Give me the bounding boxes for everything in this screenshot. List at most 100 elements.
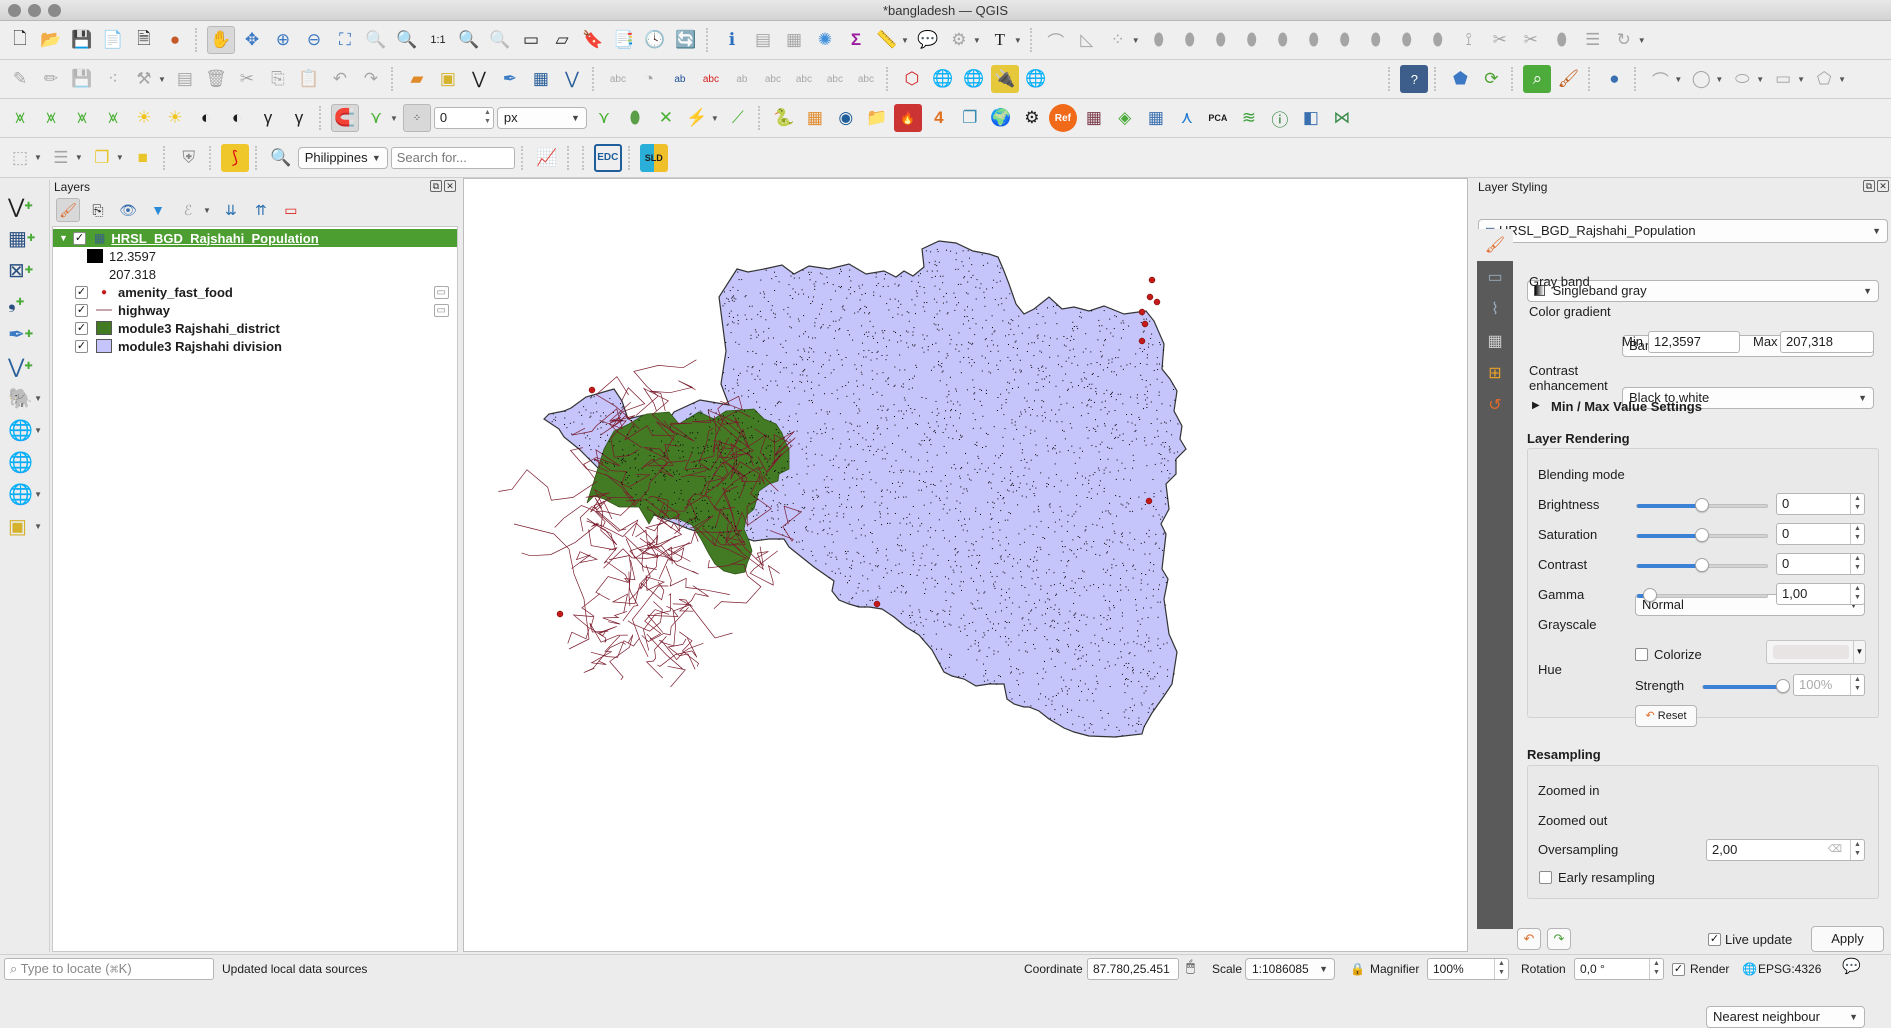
raster-tool-plugin-icon[interactable]: ▦ <box>801 104 829 132</box>
add-wcs-layer-icon[interactable]: 🌐 <box>0 446 50 478</box>
gamma-slider[interactable] <box>1636 588 1768 602</box>
zoom-window-button[interactable] <box>48 4 61 17</box>
float-panel-button[interactable]: ⧉ <box>430 180 442 192</box>
pan-to-selection-icon[interactable]: ✥ <box>238 26 266 54</box>
help-contents-icon[interactable]: ? <box>1400 65 1429 93</box>
locator-search-input[interactable]: ⌕ Type to locate (⌘K) <box>4 958 214 980</box>
select-features-dropdown-arrow[interactable]: ▼ <box>34 153 42 162</box>
messages-icon[interactable]: 💬 <box>1842 958 1861 976</box>
rotate-dropdown-arrow[interactable]: ▼ <box>1638 36 1646 45</box>
saturation-input[interactable]: 0 ▲ ▼ <box>1776 523 1865 545</box>
merge-features-icon[interactable]: ⬮ <box>1548 26 1576 54</box>
toolbar-grip[interactable] <box>627 145 634 170</box>
plugin-leaf-icon[interactable]: ◈ <box>1111 104 1139 132</box>
circle-dropdown-arrow[interactable]: ▼ <box>1715 75 1723 84</box>
modify-attributes-icon[interactable]: ▤ <box>171 65 199 93</box>
toolbar-grip[interactable] <box>520 145 527 170</box>
add-virtual-layer-icon[interactable]: ⋁ ✚ <box>0 350 50 382</box>
add-mesh-layer-icon[interactable]: ⊠ ✚ <box>0 254 50 286</box>
delete-selected-icon[interactable]: 🗑 <box>202 65 230 93</box>
toggle-extents-icon[interactable]: 🖱 <box>1186 958 1195 976</box>
tab-histogram-icon[interactable]: ⌇ <box>1477 293 1513 325</box>
layer-item-amenity[interactable]: ✓ ● amenity_fast_food ▭ <box>53 283 457 301</box>
open-project-icon[interactable]: 📂 <box>37 26 65 54</box>
pin-labels-icon[interactable]: ab <box>728 65 756 93</box>
minimize-window-button[interactable] <box>28 4 41 17</box>
add-rectangle-icon[interactable]: ▭ <box>1769 65 1797 93</box>
add-ellipse-icon[interactable]: ⬭ <box>1728 65 1756 93</box>
plugin-swipe-icon[interactable]: ◧ <box>1297 104 1325 132</box>
reverse-line-icon[interactable]: ⬮ <box>1424 26 1452 54</box>
gamma-input[interactable]: 1,00 ▲ ▼ <box>1776 583 1865 605</box>
gamma-slider-handle[interactable] <box>1643 588 1657 602</box>
collapse-arrow-icon[interactable]: ▼ <box>59 233 68 243</box>
add-vector-layer-icon[interactable]: ⋁ ✚ <box>0 190 50 222</box>
snapping-intersection-icon[interactable]: ✕ <box>652 104 680 132</box>
add-circle-icon[interactable]: ◯ <box>1687 65 1715 93</box>
vertex-tool-icon[interactable]: ⚒ <box>130 65 158 93</box>
add-postgis-layer-icon[interactable]: 🐘 ▼ <box>0 382 50 414</box>
measure-line-icon[interactable]: 📏 <box>873 26 901 54</box>
apply-button[interactable]: Apply <box>1811 926 1884 952</box>
plugin-binoculars-icon[interactable]: ⚙ <box>1018 104 1046 132</box>
layer-labeling-icon[interactable]: ab <box>666 65 694 93</box>
min-value-input[interactable]: 12,3597 <box>1648 331 1740 353</box>
close-panel-button[interactable]: ✕ <box>444 180 456 192</box>
delete-part-icon[interactable]: ⬮ <box>1331 26 1359 54</box>
colorize-checkbox[interactable] <box>1635 648 1648 661</box>
zoom-next-icon[interactable]: 🔍 <box>486 26 514 54</box>
add-point-feature-icon[interactable]: ⁖ <box>99 65 127 93</box>
plugin-folder-icon[interactable]: 📁 <box>863 104 891 132</box>
avoid-overlap-icon[interactable]: ⬮ <box>621 104 649 132</box>
close-window-button[interactable] <box>8 4 21 17</box>
temporal-controller-icon[interactable]: 🕓 <box>641 26 669 54</box>
contrast-slider[interactable] <box>1636 558 1768 572</box>
toolbar-grip[interactable] <box>1388 67 1394 91</box>
refresh-icon[interactable]: 🔄 <box>672 26 700 54</box>
edc-plugin-icon[interactable]: EDC <box>593 143 622 172</box>
geometry-checker-icon[interactable]: ⬡ <box>898 65 926 93</box>
add-wms-layer-icon[interactable]: 🌐 ▼ <box>0 414 50 446</box>
rotate-point-symbols-icon[interactable]: ↻ <box>1610 26 1638 54</box>
split-parts-icon[interactable]: ✂ <box>1517 26 1545 54</box>
tab-rendering-icon[interactable]: ▦ <box>1477 325 1513 357</box>
early-resampling-checkbox[interactable] <box>1539 871 1552 884</box>
snapping-mode-icon[interactable]: ⋎ <box>362 104 390 132</box>
sld-plugin-icon[interactable]: SLD <box>639 143 668 172</box>
add-wfs-layer-icon[interactable]: 🌐 ▼ <box>0 478 50 510</box>
layer-item-district[interactable]: ✓ module3 Rajshahi_district <box>53 319 457 337</box>
processing-toolbox-icon[interactable]: ✺ <box>811 26 839 54</box>
toolbar-grip[interactable] <box>885 67 892 91</box>
toolbar-grip[interactable] <box>1511 67 1517 91</box>
add-ring-icon[interactable]: ⬮ <box>1207 26 1235 54</box>
style-manager-icon[interactable]: 🖌 <box>56 198 80 222</box>
toolbar-grip[interactable] <box>319 106 325 130</box>
memory-layer-indicator-icon[interactable]: ▭ <box>433 303 449 317</box>
merge-attributes-icon[interactable]: ☰ <box>1579 26 1607 54</box>
plugin-emblem-icon[interactable]: ⛨ <box>175 144 203 172</box>
points-dropdown-arrow[interactable]: ▼ <box>1132 36 1140 45</box>
copy-features-icon[interactable]: ⎘ <box>264 65 292 93</box>
select-dropdown-arrow[interactable]: ▼ <box>973 36 981 45</box>
statistical-summary-icon[interactable]: Σ <box>842 26 870 54</box>
delete-ring-icon[interactable]: ⬮ <box>1300 26 1328 54</box>
toolbar-grip[interactable] <box>566 145 573 170</box>
histogram-stretch-icon[interactable]: ⩙ <box>6 104 34 132</box>
profile-tool-icon[interactable]: 📈 <box>533 144 561 172</box>
full-histogram-stretch-icon[interactable]: ⩙ <box>68 104 96 132</box>
collapse-all-icon[interactable]: ⇈ <box>249 198 273 222</box>
identify-features-icon[interactable]: ℹ <box>718 26 746 54</box>
new-3d-map-view-icon[interactable]: ▱ <box>548 26 576 54</box>
annotation-dropdown-arrow[interactable]: ▼ <box>1014 36 1022 45</box>
increase-gamma-icon[interactable]: γ <box>254 104 282 132</box>
plugin-globe-icon[interactable]: 🌍 <box>987 104 1015 132</box>
zoomed-out-select[interactable]: Nearest neighbour ▼ <box>1706 1006 1865 1028</box>
add-raster-layer-icon[interactable]: ▦ ✚ <box>0 222 50 254</box>
highlight-pinned-labels-icon[interactable]: abc <box>697 65 725 93</box>
deselect-dropdown-arrow[interactable]: ▼ <box>116 153 124 162</box>
new-mesh-layer-icon[interactable]: ⋁ <box>558 65 586 93</box>
tracing-icon[interactable]: ⚡ <box>683 104 711 132</box>
move-label-icon[interactable]: abc <box>790 65 818 93</box>
layer-visibility-checkbox[interactable]: ✓ <box>75 303 88 317</box>
trim-extend-icon[interactable]: ⟟ <box>1455 26 1483 54</box>
